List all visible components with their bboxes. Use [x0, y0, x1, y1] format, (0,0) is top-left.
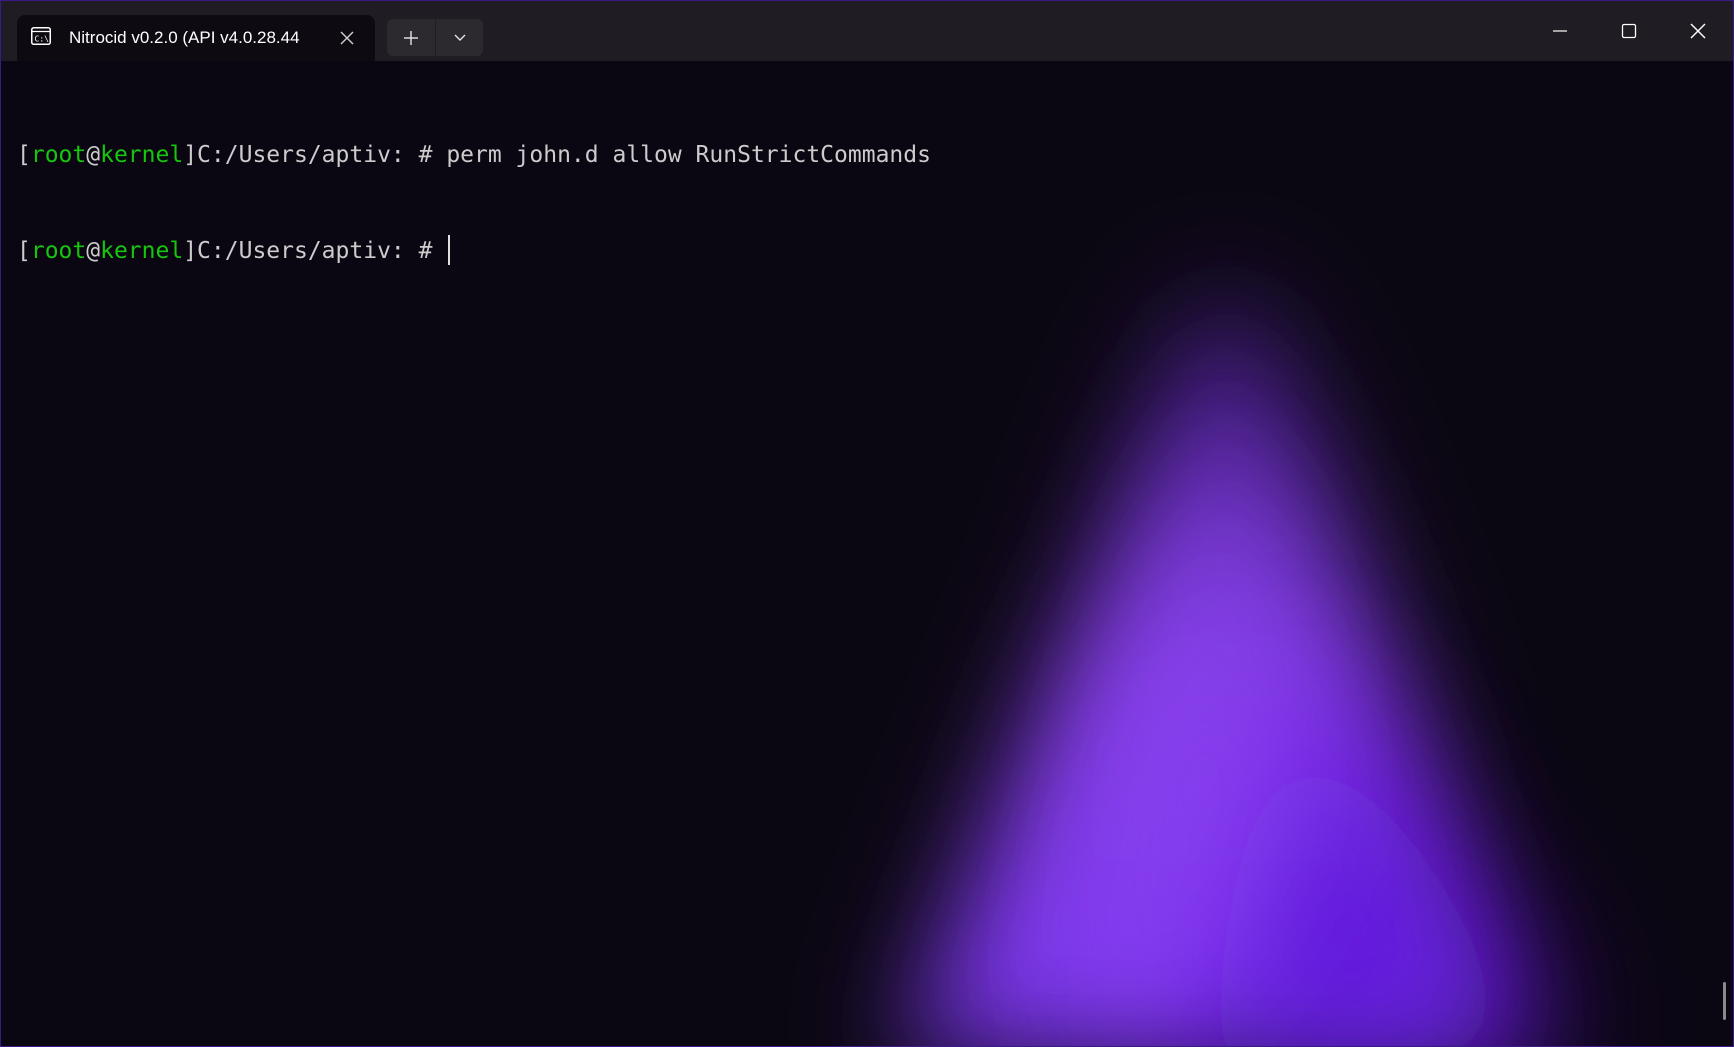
prompt-at: @	[86, 238, 101, 264]
prompt-user: root	[30, 238, 87, 264]
prompt-host: kernel	[100, 142, 184, 168]
maximize-icon	[1621, 23, 1637, 39]
console-icon: C:\	[31, 27, 51, 45]
svg-text:C:\: C:\	[35, 35, 50, 44]
terminal-output: [root@kernel]C:/Users/aptiv: # perm john…	[17, 75, 931, 331]
close-icon	[1690, 23, 1706, 39]
tab-close-icon[interactable]	[337, 28, 357, 48]
prompt-user: root	[30, 142, 87, 168]
chevron-down-icon	[454, 34, 466, 41]
minimize-icon	[1553, 30, 1567, 32]
prompt-host: kernel	[100, 238, 184, 264]
title-bar[interactable]: C:\ Nitrocid v0.2.0 (API v4.0.28.44	[1, 1, 1733, 61]
tab-actions	[387, 19, 483, 56]
prompt-bracket: [	[17, 238, 31, 264]
terminal-line: [root@kernel]C:/Users/aptiv: #	[17, 235, 931, 267]
close-window-button[interactable]	[1664, 1, 1732, 61]
tab-active[interactable]: C:\ Nitrocid v0.2.0 (API v4.0.28.44	[17, 15, 375, 61]
tab-title: Nitrocid v0.2.0 (API v4.0.28.44	[69, 28, 300, 47]
maximize-button[interactable]	[1595, 1, 1663, 61]
new-tab-button[interactable]	[387, 19, 435, 56]
scrollbar-thumb[interactable]	[1723, 982, 1726, 1020]
tab-dropdown-button[interactable]	[436, 19, 484, 56]
minimize-button[interactable]	[1526, 1, 1594, 61]
prompt-bracket: [	[17, 142, 31, 168]
command-text: perm john.d allow RunStrictCommands	[446, 142, 931, 168]
plus-icon	[404, 30, 418, 45]
prompt-path: ]C:/Users/aptiv: #	[183, 238, 447, 264]
prompt-at: @	[86, 142, 101, 168]
text-cursor	[448, 235, 451, 265]
terminal-window: C:\ Nitrocid v0.2.0 (API v4.0.28.44 [roo…	[0, 0, 1734, 1047]
terminal-area[interactable]: [root@kernel]C:/Users/aptiv: # perm john…	[1, 61, 1733, 1046]
prompt-path: ]C:/Users/aptiv: #	[183, 142, 447, 168]
terminal-line: [root@kernel]C:/Users/aptiv: # perm john…	[17, 139, 931, 171]
